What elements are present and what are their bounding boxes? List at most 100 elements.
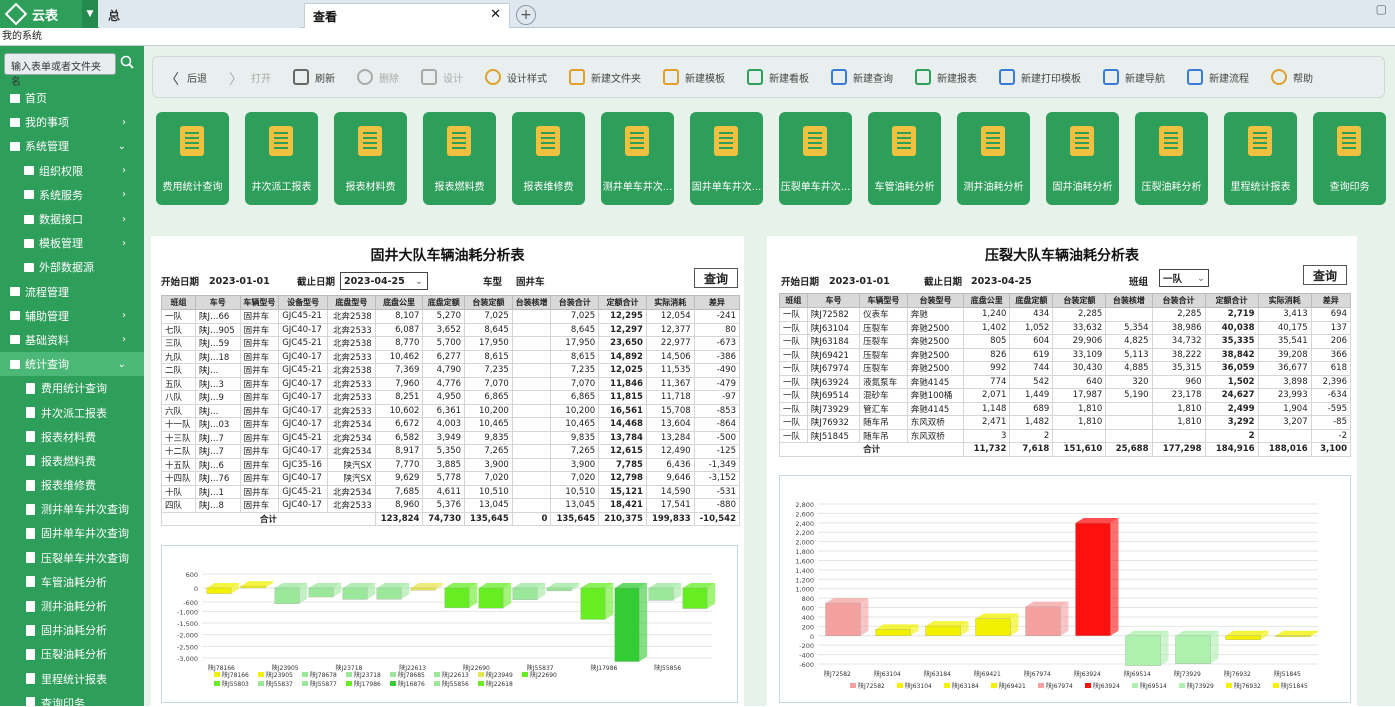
- column-header[interactable]: 底盘定额: [422, 295, 466, 310]
- table-row[interactable]: 十队 陕J…1 固井车 GJC45-21 北奔2534 7,685 4,611 10,510 1…: [161, 484, 741, 499]
- bar[interactable]: [206, 587, 232, 594]
- sidebar-item[interactable]: 报表材料费: [0, 425, 144, 449]
- table-row[interactable]: 八队 陕J…9 固井车 GJC40-17 北奔2533 8,251 4,950 6,865 6,…: [161, 390, 741, 405]
- sidebar-item[interactable]: 外部数据源: [0, 255, 144, 279]
- shortcut-tile[interactable]: 测井单车井次...: [601, 112, 674, 205]
- column-header[interactable]: 实际消耗: [645, 295, 695, 310]
- column-header[interactable]: 底盘定额: [1009, 293, 1054, 308]
- table-row[interactable]: 二队 陕J… 固井车 GJC45-21 北奔2538 7,369 4,790 7,235 7,2…: [161, 363, 741, 378]
- shortcut-tile[interactable]: 里程统计报表: [1224, 112, 1297, 205]
- column-header[interactable]: 班组: [779, 293, 808, 308]
- bar[interactable]: [478, 587, 504, 609]
- sidebar-item[interactable]: 模板管理 ›: [0, 231, 144, 255]
- sidebar-item[interactable]: 井次派工报表: [0, 400, 144, 424]
- bar[interactable]: [682, 587, 708, 609]
- bar[interactable]: [925, 625, 961, 636]
- sidebar-item[interactable]: 辅助管理 ›: [0, 304, 144, 328]
- tab-summary[interactable]: 总: [100, 3, 300, 28]
- table-row[interactable]: 一队 陕J72582 仪表车 奔驰 1,240 434 2,285 2,285 2,719 3,4…: [779, 307, 1352, 322]
- column-header[interactable]: 车号: [806, 293, 861, 308]
- sidebar-item[interactable]: 我的事项 ›: [0, 110, 144, 134]
- column-header[interactable]: 定额合计: [598, 295, 647, 310]
- table-row[interactable]: 六队 陕J… 固井车 GJC40-17 北奔2533 10,602 6,361 10,200 1…: [161, 403, 741, 418]
- table-row[interactable]: 十四队 陕J…76 固井车 GJC40-17 陕汽SX 9,629 5,778 7,020 7,…: [161, 471, 741, 486]
- bar[interactable]: [546, 587, 572, 592]
- shortcut-tile[interactable]: 报表燃料费: [423, 112, 496, 205]
- sidebar-item[interactable]: 流程管理: [0, 280, 144, 304]
- column-header[interactable]: 底盘型号: [327, 295, 376, 310]
- sidebar-item[interactable]: 基础资料 ›: [0, 328, 144, 352]
- sidebar-item[interactable]: 固井油耗分析: [0, 618, 144, 642]
- shortcut-tile[interactable]: 压裂单车井次...: [779, 112, 852, 205]
- sidebar-item[interactable]: 报表燃料费: [0, 449, 144, 473]
- query-button[interactable]: 查询: [1303, 265, 1347, 285]
- bar[interactable]: [825, 602, 861, 636]
- bar[interactable]: [376, 587, 402, 600]
- end-date-field[interactable]: 2023-04-25 ⌄: [340, 272, 428, 290]
- toolbar-button[interactable]: 新建报表: [915, 69, 977, 85]
- table-row[interactable]: 十二队 陕J…7 固井车 GJC40-17 北奔2534 8,917 5,350 7,265 7…: [161, 444, 741, 459]
- tab-view[interactable]: 查看 ✕: [304, 3, 510, 28]
- bar[interactable]: [512, 587, 538, 600]
- table-row[interactable]: 七队 陕J…905 固井车 GJC40-17 北奔2533 6,087 3,652 8,645…: [161, 322, 741, 337]
- app-menu-arrow-icon[interactable]: ▼: [82, 0, 98, 28]
- shortcut-tile[interactable]: 固井油耗分析: [1046, 112, 1119, 205]
- column-header[interactable]: 台装定额: [464, 295, 513, 310]
- sidebar-item[interactable]: 报表维修费: [0, 473, 144, 497]
- table-row[interactable]: 三队 陕J…59 固井车 GJC45-21 北奔2538 8,770 5,700 17,950…: [161, 336, 741, 351]
- table-row[interactable]: 九队 陕J…18 固井车 GJC40-17 北奔2533 10,462 6,277 8,615…: [161, 349, 741, 364]
- toolbar-button[interactable]: 设计样式: [485, 69, 547, 85]
- toolbar-button[interactable]: 〉打开: [229, 69, 271, 88]
- sidebar-item[interactable]: 统计查询 ⌄: [0, 352, 144, 377]
- table-row[interactable]: 一队 陕J73929 管汇车 奔驰4145 1,148 689 1,810 1,810 2,49…: [779, 401, 1352, 416]
- vehicle-type-field[interactable]: 固井车: [516, 273, 545, 289]
- table-row[interactable]: 一队 陕J63104 压裂车 奔驰2500 1,402 1,052 33,632 5,354 3…: [779, 320, 1352, 335]
- column-header[interactable]: 车号: [194, 295, 241, 310]
- column-header[interactable]: 车辆型号: [239, 295, 280, 310]
- sidebar-item[interactable]: 压裂单车井次查询: [0, 546, 144, 570]
- table-row[interactable]: 十三队 陕J…7 固井车 GJC45-21 北奔2534 6,582 3,949 9,835 9…: [161, 430, 741, 445]
- shortcut-tile[interactable]: 费用统计查询: [156, 112, 229, 205]
- bar[interactable]: [1025, 606, 1061, 636]
- shortcut-tile[interactable]: 报表维修费: [512, 112, 585, 205]
- sidebar-item[interactable]: 测井油耗分析: [0, 594, 144, 618]
- shortcut-tile[interactable]: 固井单车井次...: [690, 112, 763, 205]
- table-row[interactable]: 五队 陕J…3 固井车 GJC40-17 北奔2533 7,960 4,776 7,070 7,…: [161, 376, 741, 391]
- sidebar-item[interactable]: 费用统计查询: [0, 376, 144, 400]
- sidebar-item[interactable]: 组织权限 ›: [0, 159, 144, 183]
- toolbar-button[interactable]: 新建查询: [831, 69, 893, 85]
- table-row[interactable]: 一队 陕J67974 压裂车 奔驰2500 992 744 30,430 4,885 35,31…: [779, 361, 1352, 376]
- bar[interactable]: [274, 587, 300, 604]
- close-icon[interactable]: ✕: [490, 7, 501, 22]
- bar[interactable]: [875, 629, 911, 636]
- sidebar-item[interactable]: 查询印务: [0, 691, 144, 706]
- column-header[interactable]: 台装合计: [550, 295, 600, 310]
- toolbar-button[interactable]: 设计: [421, 69, 463, 85]
- column-header[interactable]: 实际消耗: [1257, 293, 1312, 308]
- table-row[interactable]: 一队 陕J…66 固井车 GJC45-21 北奔2538 8,107 5,270 7,025 7…: [161, 309, 741, 324]
- shortcut-tile[interactable]: 查询印务: [1313, 112, 1386, 205]
- table-row[interactable]: 一队 陕J76932 随车吊 东风双桥 2,471 1,482 1,810 1,810 3,29…: [779, 415, 1352, 430]
- sidebar-item[interactable]: 固井单车井次查询: [0, 521, 144, 545]
- toolbar-button[interactable]: 新建打印模板: [999, 69, 1081, 85]
- bar[interactable]: [975, 618, 1011, 636]
- team-select[interactable]: 一队 ⌄: [1159, 269, 1209, 287]
- bar[interactable]: [410, 587, 436, 591]
- toolbar-button[interactable]: 新建模板: [663, 69, 725, 85]
- bar[interactable]: [240, 585, 266, 589]
- sidebar-item[interactable]: 系统管理 ⌄: [0, 134, 144, 158]
- bar[interactable]: [580, 587, 606, 620]
- column-header[interactable]: 车辆型号: [859, 293, 908, 308]
- bar[interactable]: [614, 587, 640, 662]
- column-header[interactable]: 差异: [1310, 293, 1352, 308]
- sidebar-item[interactable]: 测井单车井次查询: [0, 497, 144, 521]
- shortcut-tile[interactable]: 车管油耗分析: [868, 112, 941, 205]
- search-icon[interactable]: [120, 55, 134, 69]
- column-header[interactable]: 差异: [693, 295, 741, 310]
- bar[interactable]: [1125, 635, 1161, 666]
- table-row[interactable]: 一队 陕J51845 随车吊 东风双桥 3 2 2 -2: [779, 428, 1352, 443]
- sidebar-item[interactable]: 首页: [0, 86, 144, 110]
- query-button[interactable]: 查询: [694, 268, 738, 288]
- app-logo-tab[interactable]: 云表: [0, 0, 82, 28]
- bar[interactable]: [1275, 635, 1311, 637]
